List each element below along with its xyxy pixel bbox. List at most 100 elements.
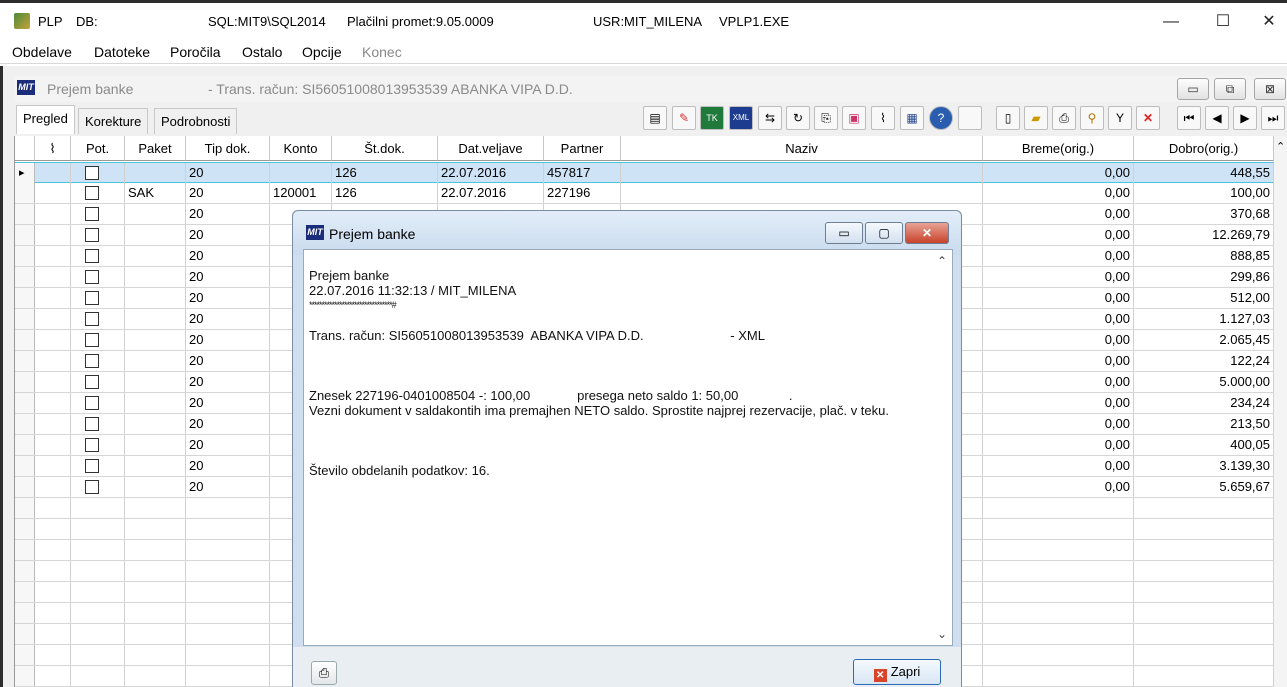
menu-datoteke[interactable]: Datoteke <box>94 44 150 60</box>
dialog-minimize-icon[interactable]: ▭ <box>825 222 863 244</box>
open-folder-icon[interactable]: ▰ <box>1024 106 1048 130</box>
tab-korekture[interactable]: Korekture <box>78 108 149 134</box>
row-selector[interactable] <box>15 603 35 623</box>
row-selector[interactable] <box>15 477 35 497</box>
help-icon[interactable]: ? <box>929 106 953 130</box>
row-selector[interactable] <box>15 645 35 665</box>
pot-checkbox[interactable] <box>85 312 99 326</box>
dialog-scrollbar[interactable]: ⌃ ⌄ <box>934 250 952 645</box>
header-konto[interactable]: Konto <box>270 136 332 161</box>
menu-opcije[interactable]: Opcije <box>302 44 342 60</box>
filter-icon[interactable]: Y <box>1108 106 1132 130</box>
row-selector[interactable] <box>15 288 35 308</box>
child-close-icon[interactable]: ⊠ <box>1254 78 1286 100</box>
delete-icon[interactable]: ✕ <box>1136 106 1160 130</box>
row-selector[interactable] <box>15 498 35 518</box>
row-selector[interactable] <box>15 372 35 392</box>
row-selector[interactable] <box>15 540 35 560</box>
header-breme[interactable]: Breme(orig.) <box>983 136 1134 161</box>
close-icon[interactable]: ✕ <box>1246 9 1287 35</box>
scroll-down-icon[interactable]: ⌄ <box>937 627 947 641</box>
attach-icon[interactable]: ⌇ <box>871 106 895 130</box>
menu-ostalo[interactable]: Ostalo <box>242 44 282 60</box>
window-icon[interactable]: ▣ <box>842 106 866 130</box>
row-selector[interactable] <box>15 519 35 539</box>
pot-checkbox[interactable] <box>85 480 99 494</box>
table-row[interactable]: ▸ 20 126 22.07.2016 457817 0,00 448,55 <box>15 162 1287 183</box>
prev-record-icon[interactable]: ◀ <box>1205 106 1229 130</box>
scroll-up-icon[interactable]: ⌃ <box>1276 140 1285 153</box>
tab-pregled[interactable]: Pregled <box>16 105 75 134</box>
row-selector[interactable] <box>15 246 35 266</box>
search-icon[interactable]: ⚲ <box>1080 106 1104 130</box>
row-selector[interactable] <box>15 309 35 329</box>
row-selector[interactable] <box>15 561 35 581</box>
row-selector[interactable] <box>15 435 35 455</box>
header-partner[interactable]: Partner <box>544 136 621 161</box>
copy-icon[interactable]: ⎘ <box>814 106 838 130</box>
row-selector[interactable] <box>15 582 35 602</box>
transfer-icon[interactable]: ⇆ <box>758 106 782 130</box>
xml-icon[interactable]: XML <box>729 106 753 130</box>
table-row[interactable]: SAK 20 120001 126 22.07.2016 227196 0,00 100,00 <box>15 183 1287 204</box>
child-minimize-icon[interactable]: ▭ <box>1177 78 1209 100</box>
pot-checkbox[interactable] <box>85 207 99 221</box>
header-pot[interactable]: Pot. <box>71 136 125 161</box>
refresh-icon[interactable]: ↻ <box>786 106 810 130</box>
header-st-dok[interactable]: Št.dok. <box>332 136 438 161</box>
print-icon[interactable]: ⎙ <box>1052 106 1076 130</box>
pot-checkbox[interactable] <box>85 291 99 305</box>
menu-konec[interactable]: Konec <box>362 44 402 60</box>
dialog-maximize-icon[interactable]: ▢ <box>865 222 903 244</box>
header-paket[interactable]: Paket <box>125 136 186 161</box>
row-selector[interactable] <box>15 456 35 476</box>
row-selector[interactable] <box>15 183 35 203</box>
row-selector[interactable] <box>15 204 35 224</box>
pot-checkbox[interactable] <box>85 186 99 200</box>
pot-checkbox[interactable] <box>85 396 99 410</box>
first-record-icon[interactable]: ⏮ <box>1177 106 1201 130</box>
header-naziv[interactable]: Naziv <box>621 136 983 161</box>
row-selector[interactable] <box>15 666 35 686</box>
edit-pen-icon[interactable]: ✎ <box>672 106 696 130</box>
header-dat-veljave[interactable]: Dat.veljave <box>438 136 544 161</box>
row-selector[interactable] <box>15 225 35 245</box>
pot-checkbox[interactable] <box>85 354 99 368</box>
menu-obdelave[interactable]: Obdelave <box>12 44 72 60</box>
dialog-print-button[interactable]: ⎙ <box>311 661 337 685</box>
maximize-icon[interactable]: ☐ <box>1200 9 1246 35</box>
grid-vertical-scrollbar[interactable]: ⌃ <box>1274 136 1287 687</box>
pot-checkbox[interactable] <box>85 249 99 263</box>
header-tip-dok[interactable]: Tip dok. <box>186 136 270 161</box>
header-dobro[interactable]: Dobro(orig.) <box>1134 136 1274 161</box>
pot-checkbox[interactable] <box>85 228 99 242</box>
row-selector[interactable] <box>15 351 35 371</box>
row-selector[interactable] <box>15 624 35 644</box>
dialog-close-icon[interactable]: ✕ <box>905 222 949 244</box>
pot-checkbox[interactable] <box>85 438 99 452</box>
row-selector[interactable] <box>15 414 35 434</box>
minimize-icon[interactable]: — <box>1148 9 1194 35</box>
scroll-up-icon[interactable]: ⌃ <box>937 254 947 268</box>
pot-checkbox[interactable] <box>85 333 99 347</box>
monitor-icon[interactable]: ▦ <box>900 106 924 130</box>
row-selector[interactable] <box>15 267 35 287</box>
row-selector[interactable] <box>15 330 35 350</box>
pot-checkbox[interactable] <box>85 417 99 431</box>
row-selector[interactable]: ▸ <box>15 163 35 183</box>
pot-checkbox[interactable] <box>85 459 99 473</box>
row-selector[interactable] <box>15 393 35 413</box>
child-restore-icon[interactable]: ⧉ <box>1214 78 1246 100</box>
tab-podrobnosti[interactable]: Podrobnosti <box>154 108 238 134</box>
attachment-column-icon[interactable]: ⌇ <box>35 136 71 161</box>
new-document-icon[interactable]: ▯ <box>996 106 1020 130</box>
pot-checkbox[interactable] <box>85 270 99 284</box>
next-record-icon[interactable]: ▶ <box>1233 106 1257 130</box>
tk-icon[interactable]: TK <box>700 106 724 130</box>
pot-checkbox[interactable] <box>85 166 99 180</box>
close-button[interactable]: ✕ Zapri <box>853 659 941 685</box>
menu-porocila[interactable]: Poročila <box>170 44 221 60</box>
dialog-message-area[interactable]: Prejem banke 22.07.2016 11:32:13 / MIT_MI… <box>303 249 953 646</box>
last-record-icon[interactable]: ⏭ <box>1261 106 1285 130</box>
pot-checkbox[interactable] <box>85 375 99 389</box>
